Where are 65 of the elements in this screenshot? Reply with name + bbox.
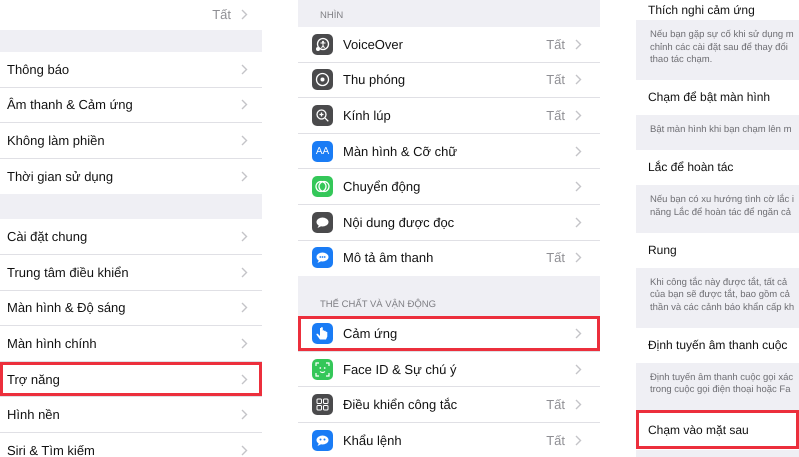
section-header: NHÌN	[320, 10, 344, 21]
accessibility-row[interactable]: Điều khiển công tắc Tất	[298, 387, 600, 423]
accessibility-row[interactable]: Cảm ứng	[298, 316, 600, 352]
settings-row[interactable]: Không làm phiền	[0, 123, 262, 159]
description-text: năng Lắc để hoàn tác để ngăn cả	[650, 206, 792, 218]
description-text: thần và các cảnh báo khẩn cấp kh	[650, 302, 796, 312]
description-text: Nếu bạn có xu hướng tình cờ lắc i	[650, 194, 795, 205]
setting-row[interactable]: Chạm vào mặt sau	[636, 410, 799, 450]
chevron-icon	[241, 231, 248, 242]
description-text: chỉnh các cài đặt sau để thay đổi	[650, 42, 789, 52]
setting-row[interactable]: Lắc để hoàn tác	[636, 150, 799, 185]
description-text: Nếu bạn gặp sự cố khi sử dụng m	[650, 29, 795, 40]
chevron-icon	[575, 38, 582, 50]
setting-row[interactable]: Thích nghi cảm ứng	[636, 0, 799, 20]
chevron-icon	[575, 110, 582, 121]
settings-row[interactable]: Hình nền	[0, 397, 262, 433]
accessibility-row[interactable]: Nội dung được đọc	[298, 204, 600, 241]
chevron-icon	[575, 181, 582, 192]
chevron-icon	[575, 74, 582, 86]
description-text: thao tác chạm.	[650, 54, 714, 65]
setting-row[interactable]: Chạm để bật màn hình	[636, 80, 799, 115]
chevron-icon	[241, 99, 248, 110]
setting-row[interactable]: Rung	[636, 232, 799, 268]
chevron-icon	[575, 328, 582, 339]
chevron-icon	[575, 364, 582, 375]
chevron-icon	[241, 134, 248, 146]
accessibility-row[interactable]: Kính lúp Tất	[298, 98, 600, 134]
description-text: trong cuộc gọi điện thoại hoặc Fa	[650, 384, 792, 395]
chevron-icon	[241, 9, 248, 20]
accessibility-row[interactable]: Thu phóng Tất	[298, 62, 600, 98]
description-text: Định tuyến âm thanh cuộc gọi xác	[650, 372, 794, 382]
accessibility-row[interactable]: VoiceOver Tất	[298, 27, 600, 63]
settings-row[interactable]: Trung tâm điều khiển	[0, 254, 262, 291]
chevron-icon	[575, 216, 582, 228]
accessibility-row[interactable]: Khẩu lệnh Tất	[298, 422, 600, 457]
setting-row[interactable]: Định tuyến âm thanh cuộc	[636, 328, 799, 362]
settings-row[interactable]: Âm thanh & Cảm ứng	[0, 88, 262, 124]
description-text: Khi công tắc này được tắt, tất cả	[650, 276, 788, 288]
chevron-icon	[575, 434, 582, 446]
chevron-icon	[241, 374, 248, 385]
chevron-icon	[575, 252, 582, 264]
settings-row[interactable]: Thời gian sử dụng	[0, 158, 262, 194]
accessibility-row[interactable]: Chuyển động	[298, 169, 600, 205]
chevron-icon	[241, 302, 248, 314]
settings-row[interactable]: Màn hình & Độ sáng	[0, 290, 262, 326]
chevron-icon	[241, 170, 248, 182]
chevron-icon	[241, 444, 248, 456]
settings-row[interactable]: Cài đặt chung	[0, 219, 262, 255]
description-text: của bạn sẽ được tắt, bao gồm cả	[650, 289, 791, 300]
accessibility-row[interactable]: Face ID & Sự chú ý	[298, 352, 600, 388]
chevron-icon	[241, 338, 248, 349]
section-header: THỂ CHẤT VÀ VẬN ĐỘNG	[320, 299, 436, 310]
settings-row[interactable]: Trợ năng	[0, 362, 262, 398]
chevron-icon	[575, 399, 582, 410]
chevron-icon	[241, 409, 248, 420]
chevron-icon	[241, 266, 248, 278]
description-text: Bật màn hình khi bạn chạm lên m	[650, 124, 793, 135]
settings-row[interactable]: Màn hình chính	[0, 326, 262, 362]
settings-row[interactable]: Siri & Tìm kiếm	[0, 432, 262, 457]
accessibility-row[interactable]: AA Màn hình & Cỡ chữ	[298, 134, 600, 170]
chevron-icon	[575, 146, 582, 157]
settings-row[interactable]: Thông báo	[0, 52, 262, 88]
chevron-icon	[241, 64, 248, 75]
accessibility-row[interactable]: Mô tả âm thanh Tất	[298, 240, 600, 276]
text-size-icon: AA	[312, 140, 333, 162]
